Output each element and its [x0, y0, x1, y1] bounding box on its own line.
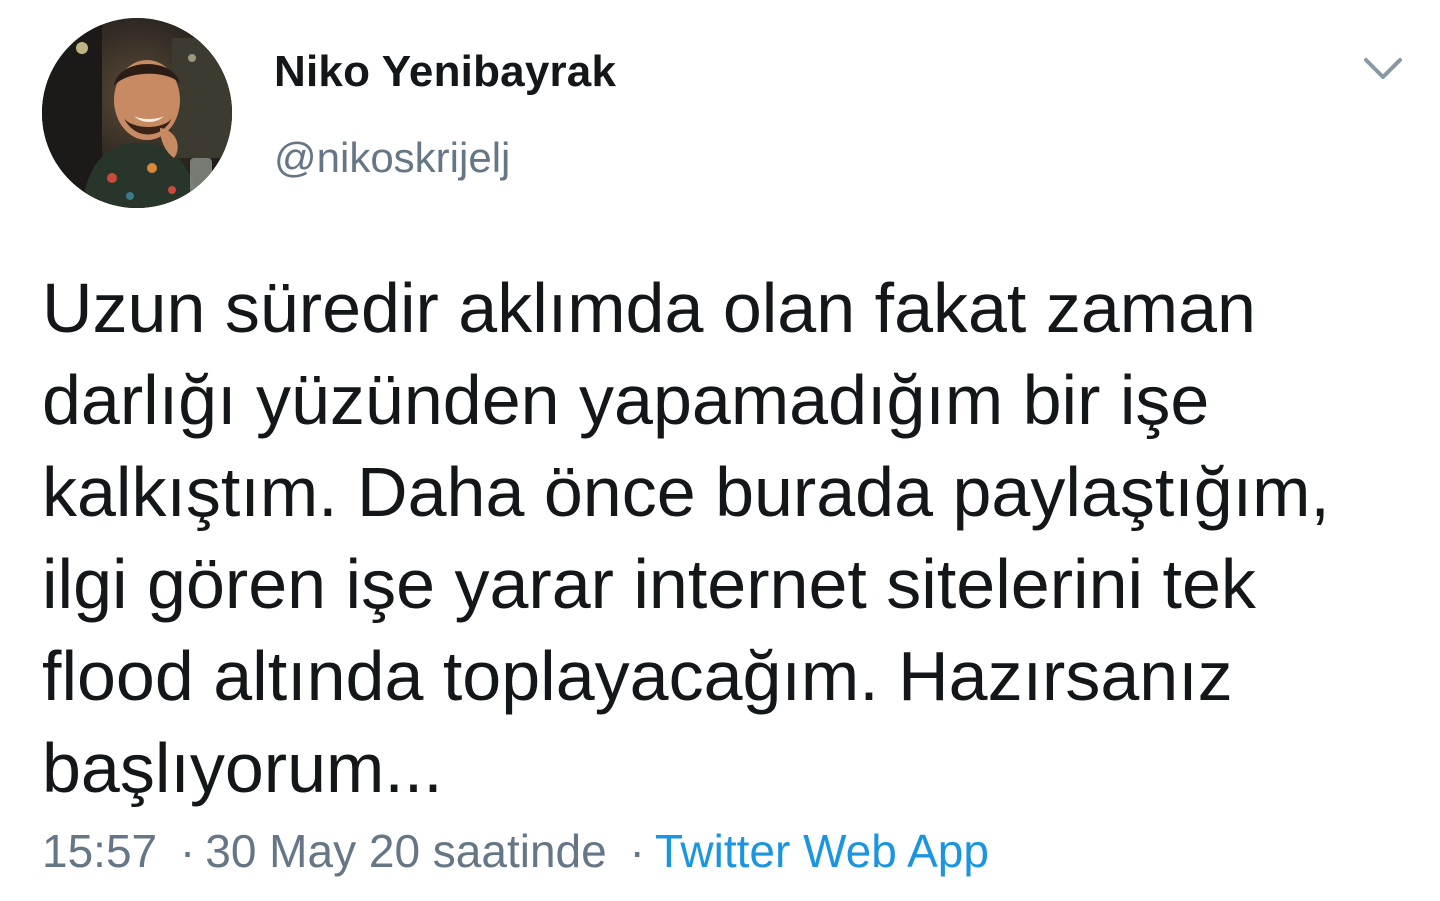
tweet-date[interactable]: 30 May 20 saatinde: [205, 825, 607, 877]
tweet-author: Niko Yenibayrak @nikoskrijelj: [274, 44, 616, 184]
avatar[interactable]: [42, 18, 232, 208]
tweet-text: Uzun süredir aklımda olan fakat zaman da…: [42, 269, 1350, 807]
tweet-metadata: 15:57 · 30 May 20 saatinde · Twitter Web A…: [42, 822, 989, 880]
meta-separator: ·: [629, 825, 645, 877]
author-handle[interactable]: @nikoskrijelj: [274, 132, 616, 184]
profile-photo-icon: [42, 18, 232, 208]
tweet-time[interactable]: 15:57: [42, 825, 157, 877]
meta-separator: ·: [179, 825, 196, 877]
tweet-source-link[interactable]: Twitter Web App: [655, 825, 989, 877]
chevron-down-icon: [1364, 58, 1402, 79]
tweet-menu-button[interactable]: [1360, 52, 1406, 88]
tweet-card: Niko Yenibayrak @nikoskrijelj Uzun süred…: [0, 0, 1440, 901]
author-display-name[interactable]: Niko Yenibayrak: [274, 44, 616, 100]
